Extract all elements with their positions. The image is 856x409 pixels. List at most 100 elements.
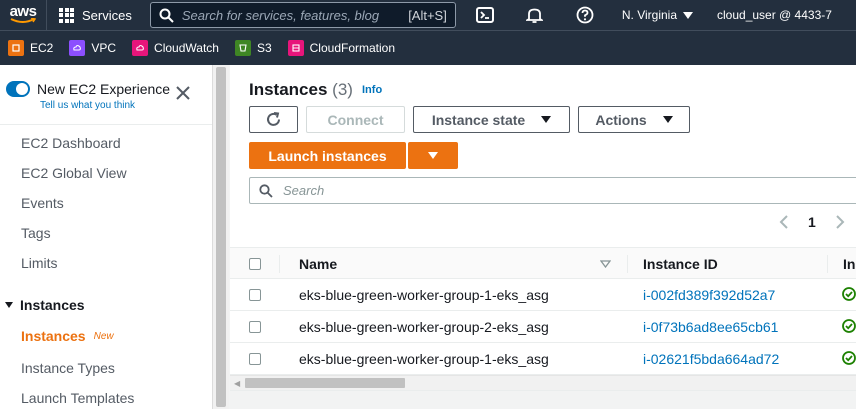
launch-instances-button[interactable]: Launch instances <box>249 142 406 169</box>
sidebar-item-launch-templates[interactable]: Launch Templates <box>21 390 134 406</box>
table-row[interactable]: eks-blue-green-worker-group-1-eks_asg i-… <box>230 343 856 375</box>
sidebar-section-instances[interactable]: Instances <box>4 297 85 313</box>
s3-icon <box>234 40 251 56</box>
sidebar-scrollbar[interactable] <box>212 65 229 409</box>
new-experience-toggle-row <box>6 80 30 97</box>
vpc-icon <box>69 40 86 56</box>
services-menu-button[interactable]: Services <box>47 0 144 30</box>
help-button[interactable] <box>560 0 610 30</box>
sidebar-item-events[interactable]: Events <box>21 195 64 211</box>
caret-down-icon <box>5 302 13 308</box>
cloudformation-icon <box>287 40 304 56</box>
column-header-name[interactable]: Name <box>299 256 337 272</box>
sidebar-item-limits[interactable]: Limits <box>21 255 58 271</box>
region-label: N. Virginia <box>621 8 677 22</box>
instance-name: eks-blue-green-worker-group-2-eks_asg <box>299 319 549 335</box>
account-menu[interactable]: cloud_user @ 4433-7 <box>705 0 844 30</box>
column-divider <box>827 255 828 273</box>
scroll-left-icon[interactable]: ◀ <box>234 379 240 388</box>
favorite-label: CloudFormation <box>309 41 396 55</box>
search-icon <box>259 183 273 198</box>
sidebar-item-label: Instances <box>21 328 86 344</box>
favorite-label: EC2 <box>30 41 54 55</box>
column-divider <box>627 255 628 273</box>
instance-id-link[interactable]: i-0f73b6ad8ee65cb61 <box>643 319 778 335</box>
connect-label: Connect <box>327 111 384 128</box>
instance-name: eks-blue-green-worker-group-1-eks_asg <box>299 351 549 367</box>
info-link[interactable]: Info <box>362 84 382 96</box>
sort-icon[interactable] <box>600 260 611 268</box>
favorite-s3[interactable]: S3 <box>227 40 280 56</box>
favorite-label: CloudWatch <box>154 41 219 55</box>
instances-search-input[interactable]: Search <box>249 177 856 204</box>
favorites-bar: EC2 VPC CloudWatch S3 CloudFormation <box>0 30 856 65</box>
sidebar-item-ec2-global-view[interactable]: EC2 Global View <box>21 165 127 181</box>
sidebar: New EC2 Experience Tell us what you thin… <box>0 65 212 409</box>
notifications-button[interactable] <box>510 0 560 30</box>
sidebar-item-tags[interactable]: Tags <box>21 225 51 241</box>
instance-id-link[interactable]: i-02621f5bda664ad72 <box>643 351 779 367</box>
services-label: Services <box>82 7 132 23</box>
new-experience-toggle[interactable] <box>6 81 30 97</box>
connect-button[interactable]: Connect <box>306 106 405 133</box>
favorite-ec2[interactable]: EC2 <box>0 40 61 56</box>
chevron-right-icon[interactable] <box>835 215 845 229</box>
actions-label: Actions <box>595 111 647 128</box>
scrollbar-thumb[interactable] <box>245 378 405 388</box>
row-checkbox[interactable] <box>249 353 261 365</box>
table-horizontal-scrollbar[interactable]: ◀ <box>230 375 856 390</box>
instance-state-dropdown[interactable]: Instance state <box>413 106 570 133</box>
table-row[interactable]: eks-blue-green-worker-group-1-eks_asg i-… <box>230 279 856 311</box>
aws-logo[interactable]: aws <box>0 0 46 30</box>
table-row[interactable]: eks-blue-green-worker-group-2-eks_asg i-… <box>230 311 856 343</box>
table-header: Name Instance ID In <box>230 247 856 279</box>
page-title: Instances (3) <box>249 80 353 100</box>
close-icon[interactable] <box>175 85 191 101</box>
instance-name: eks-blue-green-worker-group-1-eks_asg <box>299 287 549 303</box>
column-header-instance-id[interactable]: Instance ID <box>643 256 718 272</box>
sidebar-item-instance-types[interactable]: Instance Types <box>21 360 115 376</box>
instance-id-link[interactable]: i-002fd389f392d52a7 <box>643 287 775 303</box>
bell-icon <box>526 8 544 23</box>
favorite-cloudformation[interactable]: CloudFormation <box>280 40 403 56</box>
sidebar-divider <box>0 124 212 125</box>
new-badge: New <box>93 330 114 342</box>
caret-down-icon <box>428 152 438 159</box>
table-footer <box>230 390 856 409</box>
sidebar-item-ec2-dashboard[interactable]: EC2 Dashboard <box>21 135 121 151</box>
ec2-icon <box>8 40 24 56</box>
global-search-input[interactable]: Search for services, features, blog [Alt… <box>149 2 456 28</box>
sidebar-item-instances[interactable]: Instances New <box>21 328 114 344</box>
check-circle-icon <box>842 319 856 333</box>
new-experience-label: New EC2 Experience <box>37 81 171 97</box>
cloudshell-button[interactable] <box>460 0 510 30</box>
row-checkbox[interactable] <box>249 321 261 333</box>
instance-state-label: Instance state <box>431 111 526 128</box>
favorite-label: S3 <box>256 41 272 55</box>
favorite-label: VPC <box>91 41 117 55</box>
chevron-down-icon <box>683 11 693 19</box>
cloudshell-icon <box>475 7 494 23</box>
select-all-checkbox[interactable] <box>249 258 261 270</box>
chevron-left-icon[interactable] <box>779 215 789 229</box>
search-placeholder: Search for services, features, blog <box>181 7 380 23</box>
check-circle-icon <box>842 351 856 365</box>
smile-icon <box>10 18 36 23</box>
help-icon <box>576 6 594 24</box>
favorite-vpc[interactable]: VPC <box>61 40 124 56</box>
refresh-button[interactable] <box>249 106 298 133</box>
actions-dropdown[interactable]: Actions <box>578 106 690 133</box>
scrollbar-thumb[interactable] <box>216 67 226 407</box>
sidebar-section-label: Instances <box>20 297 85 313</box>
column-header-instance-state[interactable]: In <box>843 256 855 272</box>
favorite-cloudwatch[interactable]: CloudWatch <box>124 40 227 56</box>
row-checkbox[interactable] <box>249 289 261 301</box>
cloudwatch-icon <box>132 40 149 56</box>
launch-options-dropdown[interactable] <box>408 142 458 169</box>
account-label: cloud_user @ 4433-7 <box>717 8 832 22</box>
instances-panel: Instances (3) Info Connect Instance stat… <box>230 65 856 409</box>
refresh-icon <box>267 112 280 126</box>
page-number[interactable]: 1 <box>808 214 816 230</box>
feedback-link[interactable]: Tell us what you think <box>40 100 135 111</box>
region-selector[interactable]: N. Virginia <box>610 0 705 30</box>
